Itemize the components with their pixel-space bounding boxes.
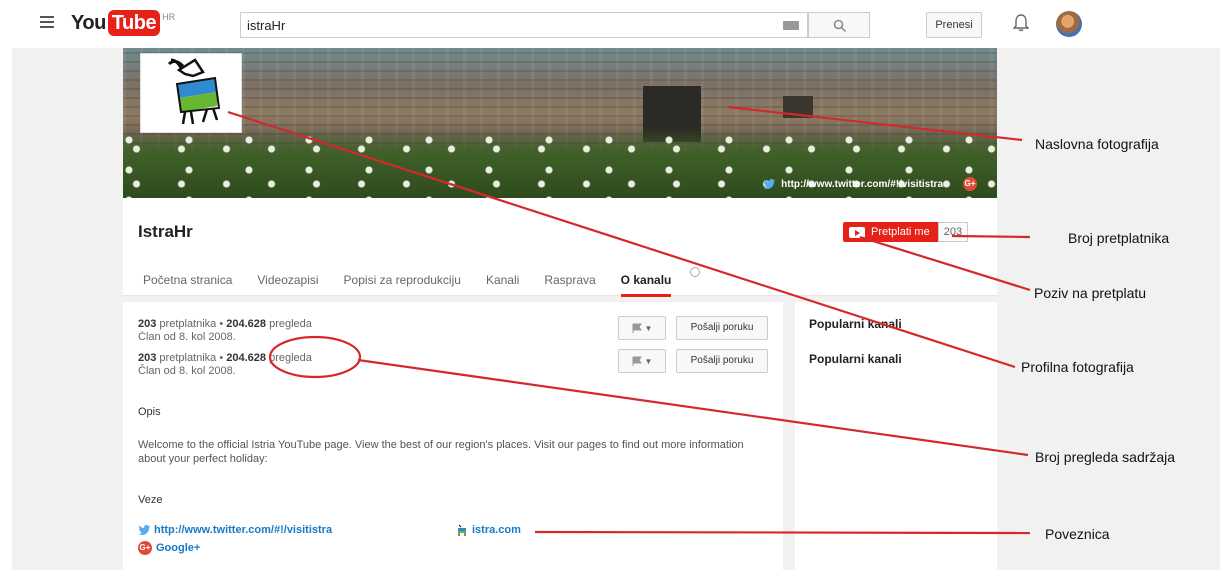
subscriber-count: 203 <box>937 222 969 242</box>
logo-tube: Tube <box>107 10 161 36</box>
search-input[interactable]: istraHr <box>240 12 808 38</box>
subscribe-button-group[interactable]: Pretplati me 203 <box>843 222 969 242</box>
search-query: istraHr <box>247 18 286 33</box>
tab-channels[interactable]: Kanali <box>486 273 519 297</box>
stat-subs-text: pretplatnika • <box>159 318 224 330</box>
channel-search-icon[interactable] <box>690 267 701 277</box>
goat-favicon-icon <box>458 524 466 536</box>
chevron-down-icon: ▼ <box>644 356 653 366</box>
description-heading: Opis <box>138 406 161 418</box>
links-heading: Veze <box>138 494 163 506</box>
channel-stats-2: 203 pretplatnika • 204.628 pregleda Član… <box>138 352 312 378</box>
top-bar: You Tube HR istraHr Prenesi <box>0 0 1220 48</box>
flag-icon <box>632 323 642 333</box>
stat-views-text: pregleda <box>269 352 312 364</box>
tab-about[interactable]: O kanalu <box>620 273 672 297</box>
youtube-logo[interactable]: You Tube HR <box>71 10 175 36</box>
stat-member: Član od 8. kol 2008. <box>138 331 236 340</box>
annotation-cover-photo: Naslovna fotografija <box>1035 136 1159 152</box>
annotation-profile-photo: Profilna fotografija <box>1021 359 1134 375</box>
subscribe-button[interactable]: Pretplati me <box>843 222 938 242</box>
stat-views: 204.628 <box>226 318 267 330</box>
subscribe-label: Pretplati me <box>871 226 930 238</box>
page: You Tube HR istraHr Prenesi http://www.t… <box>0 0 1220 570</box>
stat-subs: 203 <box>138 318 157 330</box>
stat-views-text: pregleda <box>269 318 312 330</box>
stat-views: 204.628 <box>226 352 267 364</box>
twitter-link[interactable]: http://www.twitter.com/#!/visitistra <box>138 524 332 536</box>
tab-discussion[interactable]: Rasprava <box>544 273 595 297</box>
actions-row-2: ▼ Pošalji poruku <box>618 349 768 373</box>
goat-logo-icon <box>167 58 221 125</box>
send-message-button[interactable]: Pošalji poruku <box>676 349 768 373</box>
istra-link-text: istra.com <box>472 524 521 536</box>
channel-header: IstraHr Pretplati me 203 Početna stranic… <box>123 198 997 297</box>
send-message-button[interactable]: Pošalji poruku <box>676 316 768 340</box>
google-plus-icon[interactable]: G+ <box>963 177 977 191</box>
tab-videos[interactable]: Videozapisi <box>257 273 318 297</box>
google-plus-icon: G+ <box>138 541 152 555</box>
flag-button[interactable]: ▼ <box>618 349 666 373</box>
tab-playlists[interactable]: Popisi za reprodukciju <box>344 273 461 297</box>
bell-icon[interactable] <box>1013 14 1029 32</box>
flag-button[interactable]: ▼ <box>618 316 666 340</box>
twitter-icon <box>763 179 776 189</box>
chevron-down-icon: ▼ <box>644 323 653 333</box>
youtube-play-icon <box>849 226 865 238</box>
google-plus-link-text: Google+ <box>156 542 201 554</box>
flag-icon <box>632 356 642 366</box>
annotation-subscriber-count: Broj pretplatnika <box>1068 230 1170 246</box>
banner-link-text: http://www.twitter.com/#!/visitistra <box>781 178 943 190</box>
tab-home[interactable]: Početna stranica <box>143 273 232 297</box>
banner-window <box>783 96 813 118</box>
search-icon <box>833 19 847 33</box>
channel-name[interactable]: IstraHr <box>138 222 193 242</box>
stat-subs-text: pretplatnika • <box>159 352 224 364</box>
popular-channels-heading: Popularni kanali <box>809 352 902 366</box>
about-section: 203 pretplatnika • 204.628 pregleda Član… <box>123 302 783 570</box>
popular-channels-heading: Popularni kanali <box>809 317 902 331</box>
istra-link[interactable]: istra.com <box>456 524 521 536</box>
upload-button[interactable]: Prenesi <box>926 12 982 38</box>
annotation-view-count: Broj pregleda sadržaja <box>1035 449 1176 465</box>
logo-you: You <box>71 12 106 34</box>
profile-picture[interactable] <box>140 53 242 133</box>
actions-row-1: ▼ Pošalji poruku <box>618 316 768 340</box>
annotation-subscribe-call: Poziv na pretplatu <box>1034 285 1147 301</box>
popular-channels-sidebar: Popularni kanali Popularni kanali <box>795 302 997 570</box>
search-button[interactable] <box>808 12 870 38</box>
menu-icon[interactable] <box>40 16 54 28</box>
channel-description: Welcome to the official Istria YouTube p… <box>138 439 744 465</box>
keyboard-icon[interactable] <box>783 21 799 30</box>
avatar[interactable] <box>1056 11 1082 37</box>
twitter-link-text: http://www.twitter.com/#!/visitistra <box>154 524 333 536</box>
annotation-link: Poveznica <box>1045 526 1110 542</box>
stat-member: Član od 8. kol 2008. <box>138 365 236 377</box>
google-plus-link[interactable]: G+ Google+ <box>138 541 200 555</box>
twitter-icon <box>138 525 150 535</box>
channel-tabs: Početna stranica Videozapisi Popisi za r… <box>143 267 725 297</box>
stat-subs: 203 <box>138 352 157 364</box>
channel-stats-1: 203 pretplatnika • 204.628 pregleda Član… <box>138 318 312 344</box>
banner-twitter-link[interactable]: http://www.twitter.com/#!/visitistra G+ <box>763 177 977 191</box>
channel-banner: http://www.twitter.com/#!/visitistra G+ <box>123 48 997 198</box>
logo-country: HR <box>162 12 176 22</box>
